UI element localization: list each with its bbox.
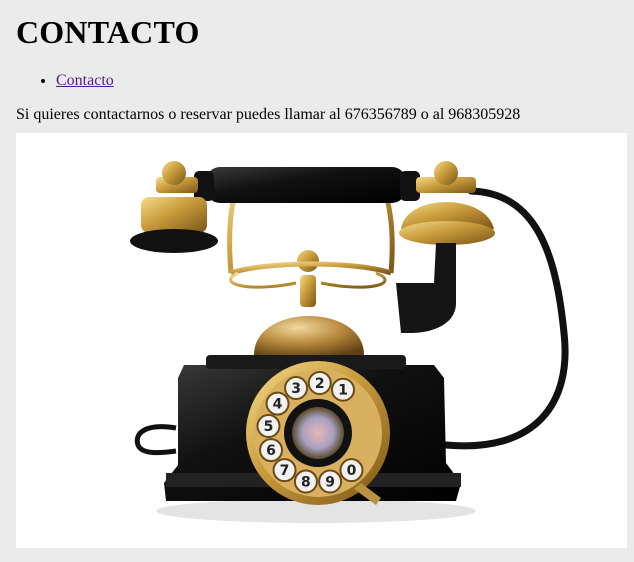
telephone-illustration: 1234 5 678 90 — [130, 161, 569, 523]
handset-handle — [206, 167, 406, 203]
nav-list: Contacto — [16, 71, 634, 91]
mouthpiece-rim — [399, 221, 495, 245]
bell-stem — [300, 275, 316, 307]
bell-knob — [297, 250, 319, 272]
dial-digit: 0 — [347, 463, 357, 479]
mouthpiece-cap — [434, 161, 458, 185]
telephone-image: 1234 5 67890 — [16, 133, 627, 548]
earpiece-cup — [141, 197, 207, 233]
dial-digit: 1 — [338, 383, 348, 399]
bell-dome — [254, 316, 364, 355]
nav-list-item: Contacto — [56, 71, 634, 91]
dial-digit: 3 — [291, 381, 301, 397]
earpiece-rim — [130, 229, 218, 253]
dial-digit: 2 — [315, 376, 325, 392]
dial-digit: 9 — [325, 475, 335, 491]
contact-link[interactable]: Contacto — [56, 72, 114, 89]
dial-digit: 5 — [264, 419, 274, 435]
page: CONTACTO Contacto Si quieres contactarno… — [0, 0, 634, 548]
mouthpiece-horn — [396, 243, 456, 333]
dial-digit: 6 — [266, 443, 276, 459]
wall-cord — [134, 424, 177, 456]
contact-text: Si quieres contactarnos o reservar puede… — [16, 106, 521, 123]
dial-digit: 7 — [280, 463, 290, 479]
page-title: CONTACTO — [16, 14, 200, 50]
dial-digit: 4 — [273, 397, 283, 413]
earpiece-cap — [162, 161, 186, 185]
dial-digit: 8 — [301, 475, 311, 491]
